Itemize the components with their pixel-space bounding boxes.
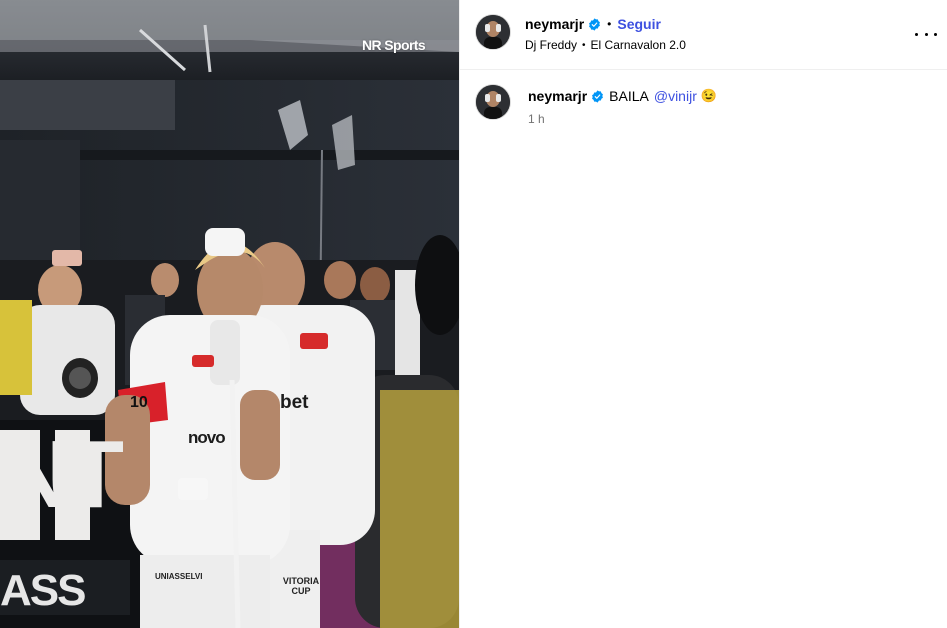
nr-sports-watermark: NR Sports (362, 37, 426, 53)
verified-badge-icon (592, 89, 604, 103)
audio-separator: • (582, 39, 586, 51)
audio-info[interactable]: Dj Freddy • El Carnavalon 2.0 (525, 38, 686, 52)
header-text: neymarjr • Seguir Dj Freddy • El Carnava… (525, 15, 686, 52)
jersey-sponsor-text: novo (188, 428, 226, 447)
caption-username[interactable]: neymarjr (528, 88, 587, 104)
caption-text: BAILA (609, 88, 649, 104)
caption-body: neymarjr BAILA @vinijr 😉 1 h (528, 88, 717, 126)
caption-comment: neymarjr BAILA @vinijr 😉 1 h (460, 70, 947, 126)
post-media[interactable]: NR Sports novo bet UNIASSELVI VITORIA CU… (0, 0, 459, 628)
more-options-icon[interactable] (915, 24, 937, 44)
profile-avatar[interactable] (476, 15, 510, 49)
video-frame (0, 0, 459, 628)
audio-artist[interactable]: Dj Freddy (525, 38, 577, 52)
avatar-image (476, 15, 510, 49)
avatar-image (476, 85, 510, 119)
ad-board-bottom: ASS (0, 566, 86, 615)
follow-button[interactable]: Seguir (617, 16, 661, 32)
captain-band-number: 10 (130, 394, 148, 411)
post-panel: neymarjr • Seguir Dj Freddy • El Carnava… (459, 0, 947, 628)
header-separator: • (607, 17, 612, 31)
caption-mention-link[interactable]: @vinijr (654, 88, 697, 104)
caption-avatar[interactable] (476, 85, 510, 119)
shorts-text-right: VITORIA CUP (282, 576, 320, 596)
audio-track[interactable]: El Carnavalon 2.0 (591, 38, 686, 52)
jersey-sponsor-text-2: bet (280, 392, 309, 413)
post-header: neymarjr • Seguir Dj Freddy • El Carnava… (460, 0, 947, 70)
post-timestamp[interactable]: 1 h (528, 112, 717, 126)
header-username[interactable]: neymarjr (525, 16, 584, 32)
verified-badge-icon (589, 17, 601, 31)
ad-board-letters: NT (2, 421, 124, 528)
shorts-text-left: UNIASSELVI (155, 572, 203, 581)
wink-emoji-icon: 😉 (700, 88, 718, 103)
